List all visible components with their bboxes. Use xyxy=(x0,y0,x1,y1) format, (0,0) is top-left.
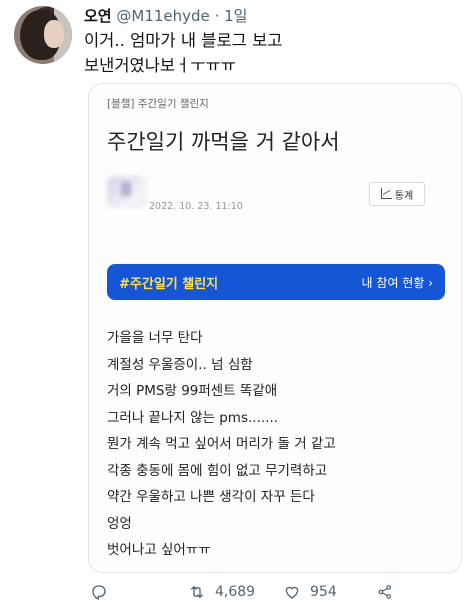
like-button[interactable]: 954 xyxy=(283,583,337,601)
challenge-banner[interactable]: #주간일기 챌린지 내 참여 현황 › xyxy=(107,264,445,300)
retweet-icon xyxy=(188,583,206,601)
blurred-author-avatar xyxy=(107,176,147,208)
tweet-actions: 4,689 954 xyxy=(88,583,462,607)
reply-icon xyxy=(90,583,108,601)
separator-dot: · xyxy=(214,7,220,25)
stats-button-label: 통계 xyxy=(394,190,414,202)
author-handle[interactable]: @M11ehyde xyxy=(116,7,209,25)
blog-body-line: 거의 PMS랑 99퍼센트 똑같애 xyxy=(107,383,278,399)
tweet-text-line: 이거.. 엄마가 내 블로그 보고 xyxy=(84,31,283,50)
blog-body-line: 각종 충동에 몸에 힘이 없고 무기력하고 xyxy=(107,462,328,479)
author-name[interactable]: 오연 xyxy=(84,7,112,25)
blog-body-line: 계절성 우울증이.. 넘 심함 xyxy=(107,356,253,373)
tweet-header: 오연 @M11ehyde · 1일 xyxy=(84,5,247,26)
blog-category-tag: [블챌] 주간일기 챌린지 xyxy=(107,98,209,110)
blog-body-line: 엉엉 xyxy=(107,515,132,532)
avatar[interactable] xyxy=(14,6,72,64)
blog-body-line: 가을을 너무 탄다 xyxy=(107,330,203,346)
heart-icon xyxy=(283,583,301,601)
blog-body-line: 벗어나고 싶어ㅠㅠ xyxy=(107,542,211,558)
retweet-button[interactable]: 4,689 xyxy=(188,583,255,601)
chart-icon xyxy=(380,188,392,199)
blog-post-title: 주간일기 까먹을 거 같아서 xyxy=(107,130,340,154)
post-date: 2022. 10. 23. 11:10 xyxy=(149,201,243,212)
blog-body-line: 뭔가 계속 먹고 싶어서 머리가 돌 거 같고 xyxy=(107,436,336,452)
stats-button[interactable]: 통계 xyxy=(369,182,425,206)
share-icon xyxy=(376,583,394,601)
tweet-time[interactable]: 1일 xyxy=(224,7,247,25)
blog-body: 가을을 너무 탄다 계절성 우울증이.. 넘 심함 거의 PMS랑 99퍼센트 … xyxy=(107,325,336,564)
blog-body-line: 약간 우울하고 나쁜 생각이 자꾸 든다 xyxy=(107,489,315,505)
challenge-hashtag: #주간일기 챌린지 xyxy=(119,276,219,292)
tweet-text: 이거.. 엄마가 내 블로그 보고 보낸거였나보ㅓㅜㅠㅠ xyxy=(84,28,464,78)
attached-image-card[interactable]: [블챌] 주간일기 챌린지 주간일기 까먹을 거 같아서 2022. 10. 2… xyxy=(88,83,462,573)
share-button[interactable] xyxy=(376,583,394,601)
participation-status-link[interactable]: 내 참여 현황 › xyxy=(362,274,433,291)
reply-button[interactable] xyxy=(90,583,108,601)
like-count: 954 xyxy=(310,584,337,600)
retweet-count: 4,689 xyxy=(215,584,256,600)
blur-block xyxy=(121,182,131,196)
blog-body-line: 그러나 끝나지 않는 pms....... xyxy=(107,409,279,426)
avatar-face xyxy=(44,20,64,48)
tweet-text-line: 보낸거였나보ㅓㅜㅠㅠ xyxy=(84,56,236,75)
